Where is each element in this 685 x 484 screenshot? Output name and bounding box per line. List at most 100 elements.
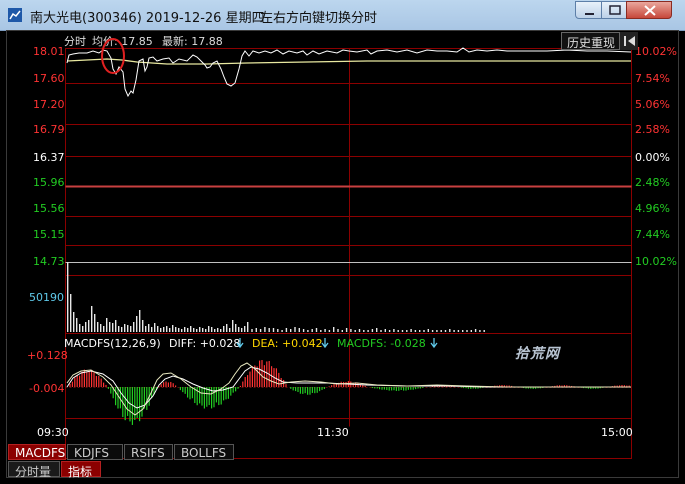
- macd-bar: [463, 387, 465, 389]
- volume-bar: [427, 329, 429, 332]
- macd-bar: [213, 387, 215, 408]
- maximize-button[interactable]: [601, 1, 627, 19]
- volume-bar: [388, 330, 391, 332]
- volume-bar: [363, 330, 365, 332]
- volume-bar: [328, 330, 331, 332]
- volume-bar: [127, 325, 129, 332]
- history-replay-label: 历史重现: [567, 36, 616, 50]
- percent-tick: 2.48%: [635, 176, 670, 189]
- tab-rsifs[interactable]: RSIFS: [124, 444, 173, 460]
- price-tick: 15.15: [33, 228, 65, 241]
- volume-bar: [229, 328, 231, 332]
- volume-bar: [320, 330, 322, 332]
- macd-bar: [405, 387, 407, 391]
- macd-bar: [237, 387, 239, 389]
- macd-bar: [417, 387, 419, 389]
- time-tick-open: 09:30: [37, 426, 69, 439]
- volume-bar: [302, 329, 305, 332]
- percent-tick: 4.96%: [635, 202, 670, 215]
- volume-bar: [139, 310, 141, 332]
- volume-bar: [187, 328, 189, 332]
- macd-bar: [206, 387, 208, 407]
- percent-tick: 2.58%: [635, 123, 670, 136]
- macd-bar: [251, 366, 253, 387]
- macd-bar: [381, 387, 383, 390]
- macd-bar: [76, 375, 78, 387]
- macd-diff: DIFF: +0.028: [169, 337, 240, 350]
- tab-kdjfs[interactable]: KDJFS: [67, 444, 123, 460]
- minimize-button[interactable]: [575, 1, 602, 19]
- tab-volume[interactable]: 分时量: [8, 461, 60, 479]
- chart-grid: [65, 48, 632, 459]
- intraday-chart[interactable]: 分时 均价: 17.85 最新: 17.88 18.01 17.60 17.20…: [7, 31, 680, 479]
- volume-bar: [255, 328, 257, 332]
- macd-bar: [410, 387, 412, 390]
- app-icon: [8, 8, 22, 22]
- volume-bar: [121, 327, 123, 332]
- volume-bar: [397, 330, 399, 332]
- tab-indicator[interactable]: 指标: [61, 461, 101, 479]
- macd-bar: [333, 384, 335, 387]
- macd-bar: [415, 387, 417, 390]
- volume-bar: [358, 329, 361, 332]
- macd-bar: [371, 387, 373, 388]
- tab-label: MACDFS: [15, 446, 66, 460]
- volume-bar: [202, 328, 204, 332]
- macd-bar: [309, 387, 311, 395]
- volume-bar: [324, 329, 326, 332]
- volume-bar: [367, 330, 369, 332]
- arrow-down-icon: [321, 338, 329, 349]
- latest-price-label: 最新: 17.88: [162, 34, 223, 48]
- back-button[interactable]: [619, 32, 638, 50]
- macd-bar: [388, 387, 390, 391]
- volume-bar: [118, 326, 120, 332]
- macd-bar: [374, 387, 376, 389]
- volume-bar: [67, 262, 69, 332]
- volume-bars: [67, 262, 485, 332]
- volume-bar: [217, 328, 219, 332]
- volume-bar: [376, 328, 378, 332]
- volume-bar: [457, 330, 460, 332]
- volume-bar: [220, 329, 222, 332]
- macd-bar: [244, 377, 246, 387]
- volume-bar: [106, 318, 108, 332]
- macd-bar: [100, 378, 102, 387]
- tab-bollfs[interactable]: BOLLFS: [174, 444, 234, 460]
- volume-bar: [142, 320, 144, 332]
- volume-bar: [148, 324, 150, 332]
- volume-bar: [423, 330, 425, 332]
- volume-bar: [371, 329, 374, 332]
- volume-bar: [175, 327, 177, 332]
- macd-bar: [263, 365, 265, 387]
- macd-bar: [170, 381, 172, 387]
- macd-bar: [400, 387, 402, 390]
- volume-bar: [190, 326, 192, 332]
- volume-bar: [474, 329, 477, 332]
- macd-bar: [223, 387, 225, 401]
- macd-bar: [292, 387, 294, 391]
- macd-bar: [107, 387, 109, 389]
- volume-bar: [208, 326, 210, 332]
- macd-bar: [203, 387, 205, 409]
- macd-bar: [328, 386, 330, 387]
- volume-bar: [130, 326, 132, 332]
- macd-bar: [340, 381, 342, 387]
- window-title: 南大光电(300346) 2019-12-26 星期四: [30, 11, 265, 26]
- volume-bar: [145, 326, 147, 332]
- macd-bar: [379, 387, 381, 390]
- volume-bar: [88, 320, 90, 332]
- macd-bar: [460, 387, 462, 388]
- volume-bar: [333, 327, 335, 332]
- close-button[interactable]: [626, 1, 672, 19]
- tab-label: 指标: [68, 465, 93, 479]
- macd-bar: [91, 369, 93, 387]
- volume-bar: [264, 327, 266, 332]
- volume-bar: [414, 330, 417, 332]
- macd-bar: [403, 387, 405, 391]
- volume-bar: [341, 330, 343, 332]
- tab-macdfs[interactable]: MACDFS: [8, 444, 66, 460]
- volume-bar: [151, 327, 153, 332]
- macd-bar: [467, 387, 469, 389]
- volume-bar: [178, 328, 180, 332]
- volume-bar: [172, 325, 174, 332]
